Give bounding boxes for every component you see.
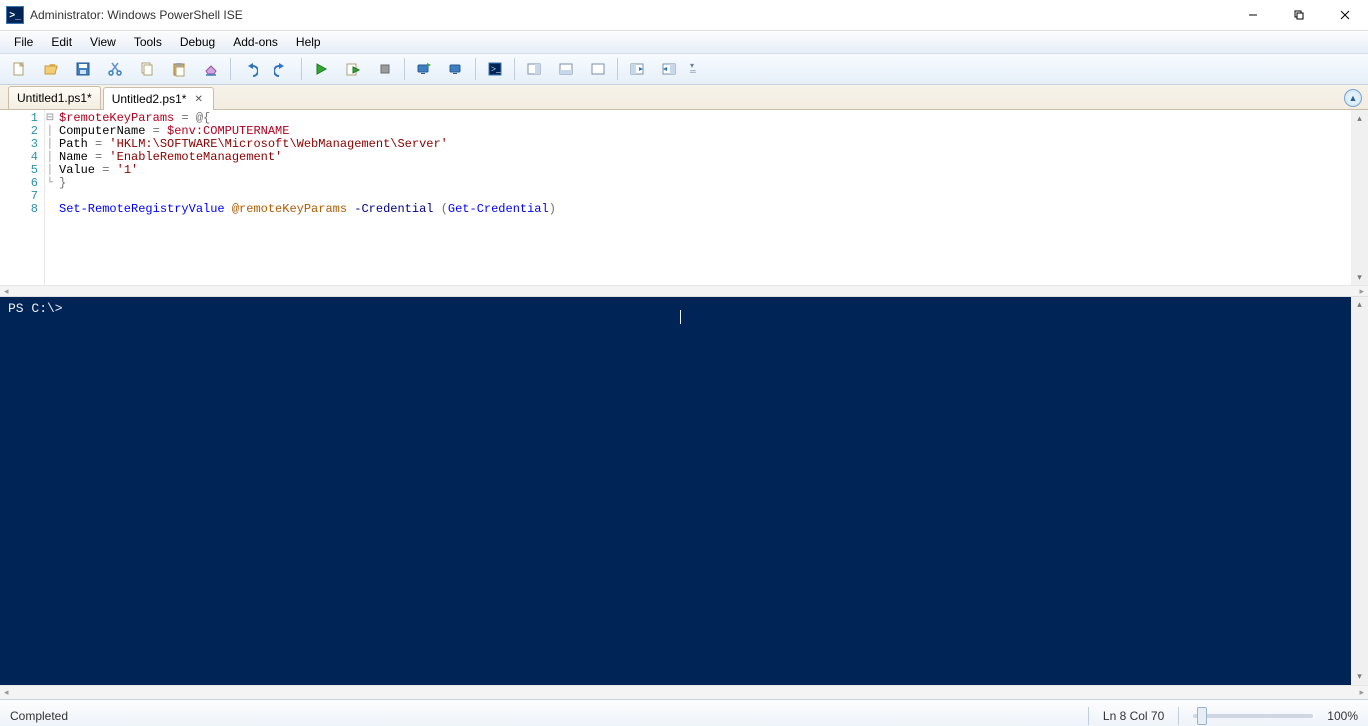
app-icon: >_ (6, 6, 24, 24)
scroll-up-icon[interactable]: ▴ (1351, 297, 1368, 313)
menu-debug[interactable]: Debug (172, 33, 223, 51)
open-file-button[interactable] (38, 57, 64, 81)
copy-button[interactable] (134, 57, 160, 81)
line-number-gutter: 1 2 3 4 5 6 7 8 (0, 110, 45, 285)
tab-label: Untitled1.ps1* (17, 91, 92, 105)
new-file-button[interactable] (6, 57, 32, 81)
tab-untitled2[interactable]: Untitled2.ps1* ✕ (103, 87, 214, 110)
console-vertical-scrollbar[interactable]: ▴ ▾ (1351, 297, 1368, 685)
tab-label: Untitled2.ps1* (112, 92, 187, 106)
stop-button[interactable] (372, 57, 398, 81)
toolbar-separator (475, 58, 476, 80)
editor-horizontal-scrollbar[interactable]: ◂ ▸ (0, 285, 1368, 297)
scroll-left-icon[interactable]: ◂ (4, 687, 9, 698)
tab-untitled1[interactable]: Untitled1.ps1* (8, 86, 101, 109)
layout-max-button[interactable] (585, 57, 611, 81)
window-title: Administrator: Windows PowerShell ISE (30, 8, 243, 22)
menu-tools[interactable]: Tools (126, 33, 170, 51)
menubar: File Edit View Tools Debug Add-ons Help (0, 31, 1368, 54)
new-remote-tab-button[interactable] (411, 57, 437, 81)
fold-column[interactable]: ⊟││││└ (45, 110, 55, 285)
paste-button[interactable] (166, 57, 192, 81)
scroll-down-icon[interactable]: ▾ (1351, 269, 1368, 285)
redo-button[interactable] (269, 57, 295, 81)
run-script-button[interactable] (308, 57, 334, 81)
script-editor[interactable]: 1 2 3 4 5 6 7 8 ⊟││││└ $remoteKeyParams … (0, 110, 1368, 285)
menu-edit[interactable]: Edit (43, 33, 80, 51)
scroll-right-icon[interactable]: ▸ (1359, 286, 1364, 297)
toolbar-separator (617, 58, 618, 80)
start-remote-button[interactable] (443, 57, 469, 81)
status-text: Completed (10, 709, 68, 723)
toolbar-separator (514, 58, 515, 80)
toolbar: >_ ▾═ (0, 54, 1368, 85)
scroll-left-icon[interactable]: ◂ (4, 286, 9, 297)
console-pane[interactable]: PS C:\> ▴ ▾ (0, 297, 1368, 685)
zoom-slider[interactable] (1193, 714, 1313, 718)
collapse-script-pane-icon[interactable]: ▲ (1344, 89, 1362, 107)
toolbar-separator (301, 58, 302, 80)
code-area[interactable]: $remoteKeyParams = @{ ComputerName = $en… (55, 110, 1351, 285)
powershell-console-button[interactable]: >_ (482, 57, 508, 81)
svg-text:>_: >_ (491, 64, 501, 74)
menu-help[interactable]: Help (288, 33, 329, 51)
zoom-slider-thumb[interactable] (1197, 707, 1207, 725)
minimize-button[interactable] (1230, 0, 1276, 30)
toolbar-overflow-icon[interactable]: ▾═ (688, 63, 696, 75)
maximize-button[interactable] (1276, 0, 1322, 30)
run-selection-button[interactable] (340, 57, 366, 81)
show-script-pane-button[interactable] (624, 57, 650, 81)
show-command-addon-button[interactable] (656, 57, 682, 81)
zoom-level: 100% (1327, 709, 1358, 723)
console-output[interactable]: PS C:\> (8, 301, 1347, 681)
menu-addons[interactable]: Add-ons (225, 33, 286, 51)
menu-view[interactable]: View (82, 33, 124, 51)
text-cursor-icon (680, 310, 681, 324)
editor-tabs: Untitled1.ps1* Untitled2.ps1* ✕ ▲ (0, 85, 1368, 110)
scroll-up-icon[interactable]: ▴ (1351, 110, 1368, 126)
cut-button[interactable] (102, 57, 128, 81)
layout-right-button[interactable] (521, 57, 547, 81)
titlebar: >_ Administrator: Windows PowerShell ISE (0, 0, 1368, 31)
statusbar: Completed Ln 8 Col 70 100% (0, 699, 1368, 726)
editor-vertical-scrollbar[interactable]: ▴ ▾ (1351, 110, 1368, 285)
close-button[interactable] (1322, 0, 1368, 30)
toolbar-separator (404, 58, 405, 80)
status-separator (1178, 707, 1179, 725)
cursor-position: Ln 8 Col 70 (1103, 709, 1164, 723)
status-separator (1088, 707, 1089, 725)
save-button[interactable] (70, 57, 96, 81)
menu-file[interactable]: File (6, 33, 41, 51)
close-tab-icon[interactable]: ✕ (192, 94, 204, 105)
toolbar-separator (230, 58, 231, 80)
layout-bottom-button[interactable] (553, 57, 579, 81)
scroll-right-icon[interactable]: ▸ (1359, 687, 1364, 698)
console-horizontal-scrollbar[interactable]: ◂ ▸ (0, 685, 1368, 699)
clear-button[interactable] (198, 57, 224, 81)
window-controls (1230, 0, 1368, 30)
undo-button[interactable] (237, 57, 263, 81)
scroll-down-icon[interactable]: ▾ (1351, 669, 1368, 685)
